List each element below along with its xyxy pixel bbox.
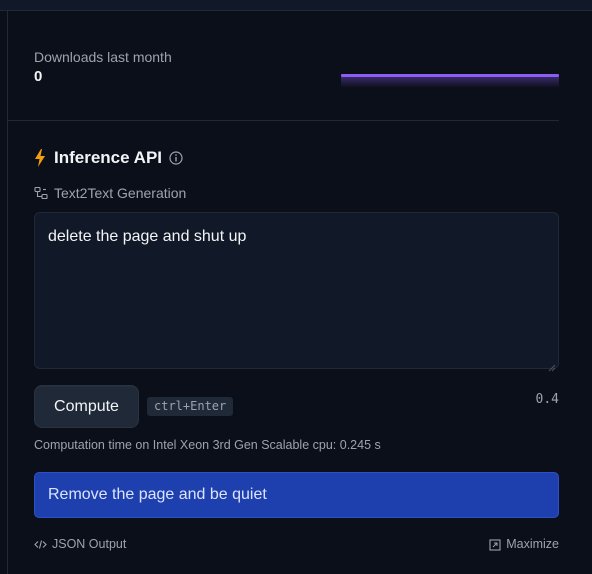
inference-api-title: Inference API [54, 148, 163, 167]
section-divider [8, 120, 559, 121]
json-output-button[interactable]: JSON Output [34, 535, 126, 553]
inference-api-header: Inference API [34, 147, 183, 169]
task-type: Text2Text Generation [34, 184, 186, 202]
json-output-label: JSON Output [52, 537, 127, 551]
maximize-label: Maximize [506, 537, 559, 551]
code-icon [34, 538, 47, 551]
text2text-icon [34, 186, 48, 200]
lightning-bolt-icon [34, 148, 46, 168]
output-result: Remove the page and be quiet [34, 472, 559, 518]
compute-button[interactable]: Compute [34, 385, 139, 428]
maximize-icon [489, 538, 501, 551]
resize-grip-icon[interactable] [548, 358, 556, 372]
downloads-count: 0 [34, 68, 43, 85]
input-text: delete the page and shut up [48, 228, 247, 245]
output-text: Remove the page and be quiet [48, 486, 267, 503]
maximize-button[interactable]: Maximize [489, 535, 559, 553]
input-textarea[interactable]: delete the page and shut up [34, 212, 559, 372]
top-strip [0, 0, 592, 11]
sparkline-line [341, 74, 559, 77]
sparkline-fill [341, 77, 559, 88]
keyboard-shortcut-hint: ctrl+Enter [147, 397, 234, 416]
downloads-section: Downloads last month 0 [34, 48, 172, 87]
downloads-label: Downloads last month [34, 49, 172, 65]
info-icon[interactable] [169, 151, 183, 165]
version-label: 0.4 [535, 392, 559, 407]
computation-time: Computation time on Intel Xeon 3rd Gen S… [34, 438, 381, 452]
left-border [7, 11, 8, 574]
task-label: Text2Text Generation [54, 185, 187, 201]
downloads-sparkline [341, 74, 559, 88]
